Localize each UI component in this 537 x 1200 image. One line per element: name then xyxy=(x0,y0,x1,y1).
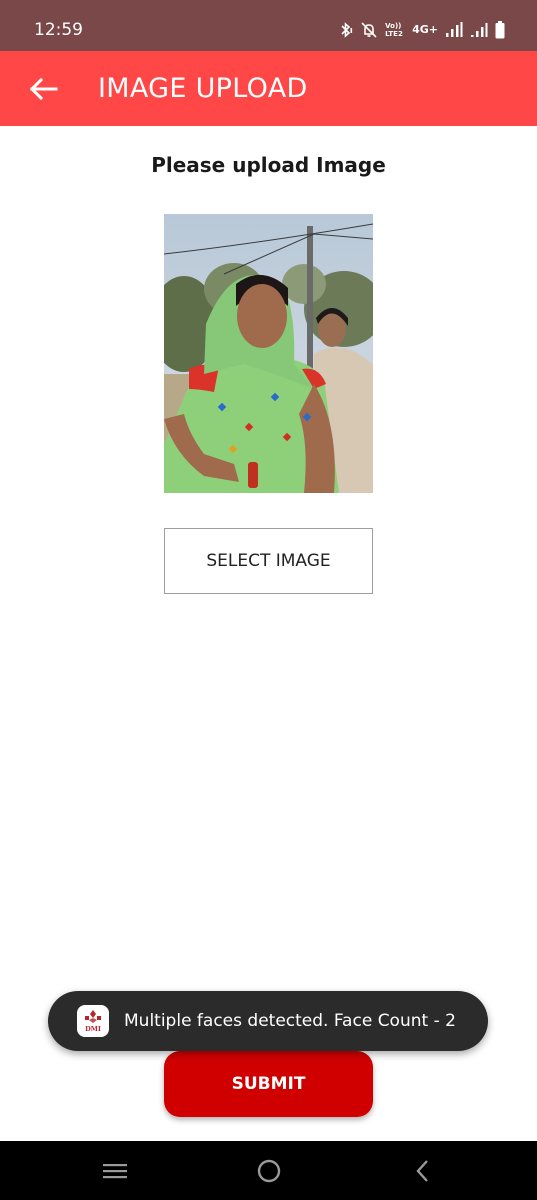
signal-icon xyxy=(470,22,488,38)
logo-text: DMI xyxy=(85,1025,101,1033)
arrow-left-icon xyxy=(29,77,58,101)
home-button[interactable] xyxy=(255,1157,283,1185)
battery-icon xyxy=(495,21,505,39)
navigation-bar xyxy=(0,1141,537,1200)
recent-apps-button[interactable] xyxy=(101,1157,129,1185)
mute-icon xyxy=(360,21,378,39)
back-button[interactable] xyxy=(26,73,60,105)
signal-icon xyxy=(445,22,463,38)
status-time: 12:59 xyxy=(34,20,83,40)
page-title: IMAGE UPLOAD xyxy=(98,73,308,104)
submit-button[interactable]: SUBMIT xyxy=(164,1051,373,1117)
status-bar: 12:59 Vo)) LTE2 4G+ xyxy=(0,0,537,51)
uploaded-image-preview xyxy=(164,214,373,493)
volte-icon: Vo)) LTE2 xyxy=(385,22,403,38)
toast-message: DMI Multiple faces detected. Face Count … xyxy=(48,991,488,1051)
recent-apps-icon xyxy=(103,1164,127,1179)
app-logo-icon: DMI xyxy=(77,1005,109,1037)
status-icons: Vo)) LTE2 4G+ xyxy=(339,18,505,42)
back-nav-button[interactable] xyxy=(409,1157,437,1185)
bluetooth-icon xyxy=(339,21,353,39)
app-bar: IMAGE UPLOAD xyxy=(0,51,537,126)
network-type: 4G+ xyxy=(412,23,438,36)
toast-text: Multiple faces detected. Face Count - 2 xyxy=(124,1011,456,1031)
upload-heading: Please upload Image xyxy=(151,153,386,177)
back-icon xyxy=(416,1160,428,1182)
select-image-button[interactable]: SELECT IMAGE xyxy=(164,528,373,594)
home-icon xyxy=(257,1159,281,1183)
